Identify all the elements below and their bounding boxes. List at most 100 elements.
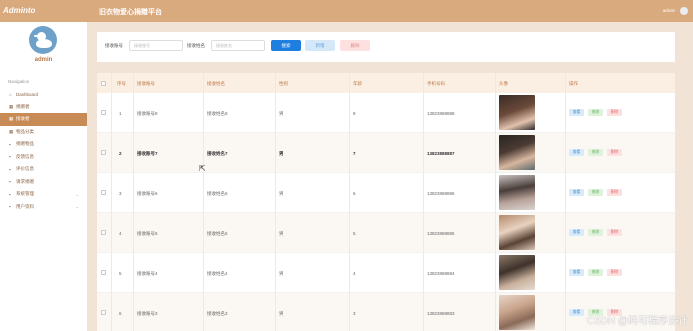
account-search-input[interactable]: 接收账号	[129, 40, 183, 51]
grid-icon: ▪	[9, 179, 11, 185]
row-checkbox[interactable]	[101, 150, 106, 155]
sidebar-item-4[interactable]: ▪ 捐赠物品	[0, 138, 87, 151]
cell-account: 接收账号5	[137, 231, 158, 236]
sidebar-item-5[interactable]: ▪ 反馈信息	[0, 151, 87, 164]
edit-button[interactable]: 修改	[588, 229, 603, 236]
view-button[interactable]: 查看	[569, 229, 584, 236]
column-header[interactable]: 头像	[499, 81, 508, 87]
chevron-down-icon[interactable]: ⌄	[76, 192, 79, 197]
row-checkbox[interactable]	[101, 230, 106, 235]
name-search-input[interactable]: 接收姓名	[211, 40, 265, 51]
sidebar-username: admin	[34, 57, 53, 63]
duck-beak	[34, 35, 38, 37]
cell-name: 接收姓名4	[207, 271, 228, 276]
delete-button[interactable]: 删除	[607, 189, 622, 196]
sidebar-item-label: 捐赠物品	[16, 141, 34, 147]
cell-name: 接收姓名7	[207, 151, 228, 156]
avatar-photo[interactable]	[499, 295, 535, 330]
column-header[interactable]: 年龄	[353, 81, 362, 87]
column-header[interactable]: 接收姓名	[207, 81, 225, 87]
add-button[interactable]: 新增	[305, 40, 335, 51]
sidebar-item-3[interactable]: ▦ 物品分类	[0, 126, 87, 139]
chevron-down-icon[interactable]: ⌄	[76, 204, 79, 209]
cell-name: 接收姓名3	[207, 311, 228, 316]
cell-age: 6	[353, 191, 356, 196]
cell-account: 接收账号3	[137, 311, 158, 316]
cell-index: 5	[119, 271, 122, 276]
cell-age: 5	[353, 231, 356, 236]
cell-name: 接收姓名6	[207, 191, 228, 196]
delete-button[interactable]: 删除	[607, 109, 622, 116]
edit-button[interactable]: 修改	[588, 149, 603, 156]
view-button[interactable]: 查看	[569, 269, 584, 276]
header-avatar[interactable]	[680, 7, 688, 15]
table-row[interactable]: 3 接收账号6 接收姓名6 男 6 13823888886 查看 修改 删除	[97, 173, 675, 213]
search-panel: 接收账号 接收账号 接收姓名 接收姓名 搜索 新增 删除	[97, 32, 675, 62]
view-button[interactable]: 查看	[569, 189, 584, 196]
cell-phone: 13823888886	[427, 191, 455, 196]
top-bar: 旧衣物爱心捐赠平台 admin	[87, 0, 693, 22]
edit-button[interactable]: 修改	[588, 109, 603, 116]
column-divider	[349, 73, 350, 331]
avatar-photo[interactable]	[499, 175, 535, 210]
header-username[interactable]: admin	[663, 8, 675, 13]
cell-index: 3	[119, 191, 122, 196]
table-row[interactable]: 1 接收账号8 接收姓名8 男 8 13823888888 查看 修改 删除	[97, 93, 675, 133]
avatar-photo[interactable]	[499, 255, 535, 290]
list-icon: ▦	[9, 116, 14, 122]
sidebar-item-6[interactable]: ▪ 评价信息	[0, 163, 87, 176]
cell-name: 接收姓名8	[207, 111, 228, 116]
list-icon: ▦	[9, 128, 14, 134]
view-button[interactable]: 查看	[569, 309, 584, 316]
column-header[interactable]: 性别	[279, 81, 288, 87]
cell-phone: 13823888887	[427, 151, 455, 156]
select-all-checkbox[interactable]	[101, 81, 106, 86]
table-row[interactable]: 5 接收账号4 接收姓名4 男 4 13823888884 查看 修改 删除	[97, 253, 675, 293]
row-checkbox[interactable]	[101, 310, 106, 315]
sidebar: Adminto admin Navigation ⌂ Dashboard ▦ 捐赠者 ▦…	[0, 0, 87, 331]
avatar-photo[interactable]	[499, 135, 535, 170]
sidebar-item-1[interactable]: ▦ 捐赠者	[0, 101, 87, 114]
delete-button[interactable]: 删除	[607, 149, 622, 156]
sidebar-item-7[interactable]: ▪ 请求捐赠	[0, 176, 87, 189]
avatar-photo[interactable]	[499, 215, 535, 250]
column-header[interactable]: 手机号码	[427, 81, 445, 87]
edit-button[interactable]: 修改	[588, 189, 603, 196]
table-row[interactable]: 4 接收账号5 接收姓名5 男 5 13823888885 查看 修改 删除	[97, 213, 675, 253]
sidebar-menu: ⌂ Dashboard ▦ 捐赠者 ▦ 接收者 ▦ 物品分类 ▪ 捐赠物品 ▪ 反馈信息 ▪ 评价信息 ▪ 请…	[0, 88, 87, 213]
sidebar-item-0[interactable]: ⌂ Dashboard	[0, 88, 87, 101]
column-divider	[133, 73, 134, 331]
view-button[interactable]: 查看	[569, 149, 584, 156]
delete-button[interactable]: 删除	[607, 269, 622, 276]
cell-index: 6	[119, 311, 122, 316]
cell-index: 4	[119, 231, 122, 236]
column-header[interactable]: 接收账号	[137, 81, 155, 87]
cell-name: 接收姓名5	[207, 231, 228, 236]
grid-icon: ▪	[9, 204, 11, 210]
avatar[interactable]	[29, 26, 57, 54]
row-checkbox[interactable]	[101, 190, 106, 195]
mouse-cursor-icon: ⇱	[199, 164, 206, 173]
sidebar-item-9[interactable]: ▪ 用户资料 ⌄	[0, 201, 87, 214]
table-row[interactable]: 2 接收账号7 接收姓名7 男 7 13823888887 查看 修改 删除	[97, 133, 675, 173]
sidebar-item-2[interactable]: ▦ 接收者	[0, 113, 87, 126]
sidebar-item-8[interactable]: ▪ 系统管理 ⌄	[0, 188, 87, 201]
delete-button[interactable]: 删除	[607, 229, 622, 236]
cell-account: 接收账号8	[137, 111, 158, 116]
row-checkbox[interactable]	[101, 270, 106, 275]
column-header[interactable]: 操作	[569, 81, 578, 87]
search-button[interactable]: 搜索	[271, 40, 301, 51]
sidebar-item-label: 系统管理	[16, 191, 34, 197]
column-header[interactable]: 序号	[117, 81, 126, 87]
view-button[interactable]: 查看	[569, 109, 584, 116]
batch-delete-button[interactable]: 删除	[340, 40, 370, 51]
edit-button[interactable]: 修改	[588, 269, 603, 276]
cell-age: 3	[353, 311, 356, 316]
cell-phone: 13823888888	[427, 111, 455, 116]
row-checkbox[interactable]	[101, 110, 106, 115]
avatar-photo[interactable]	[499, 95, 535, 130]
sidebar-item-label: 接收者	[16, 116, 30, 122]
cell-index: 1	[119, 111, 122, 116]
brand-logo[interactable]: Adminto	[0, 0, 87, 22]
cell-gender: 男	[279, 231, 284, 236]
